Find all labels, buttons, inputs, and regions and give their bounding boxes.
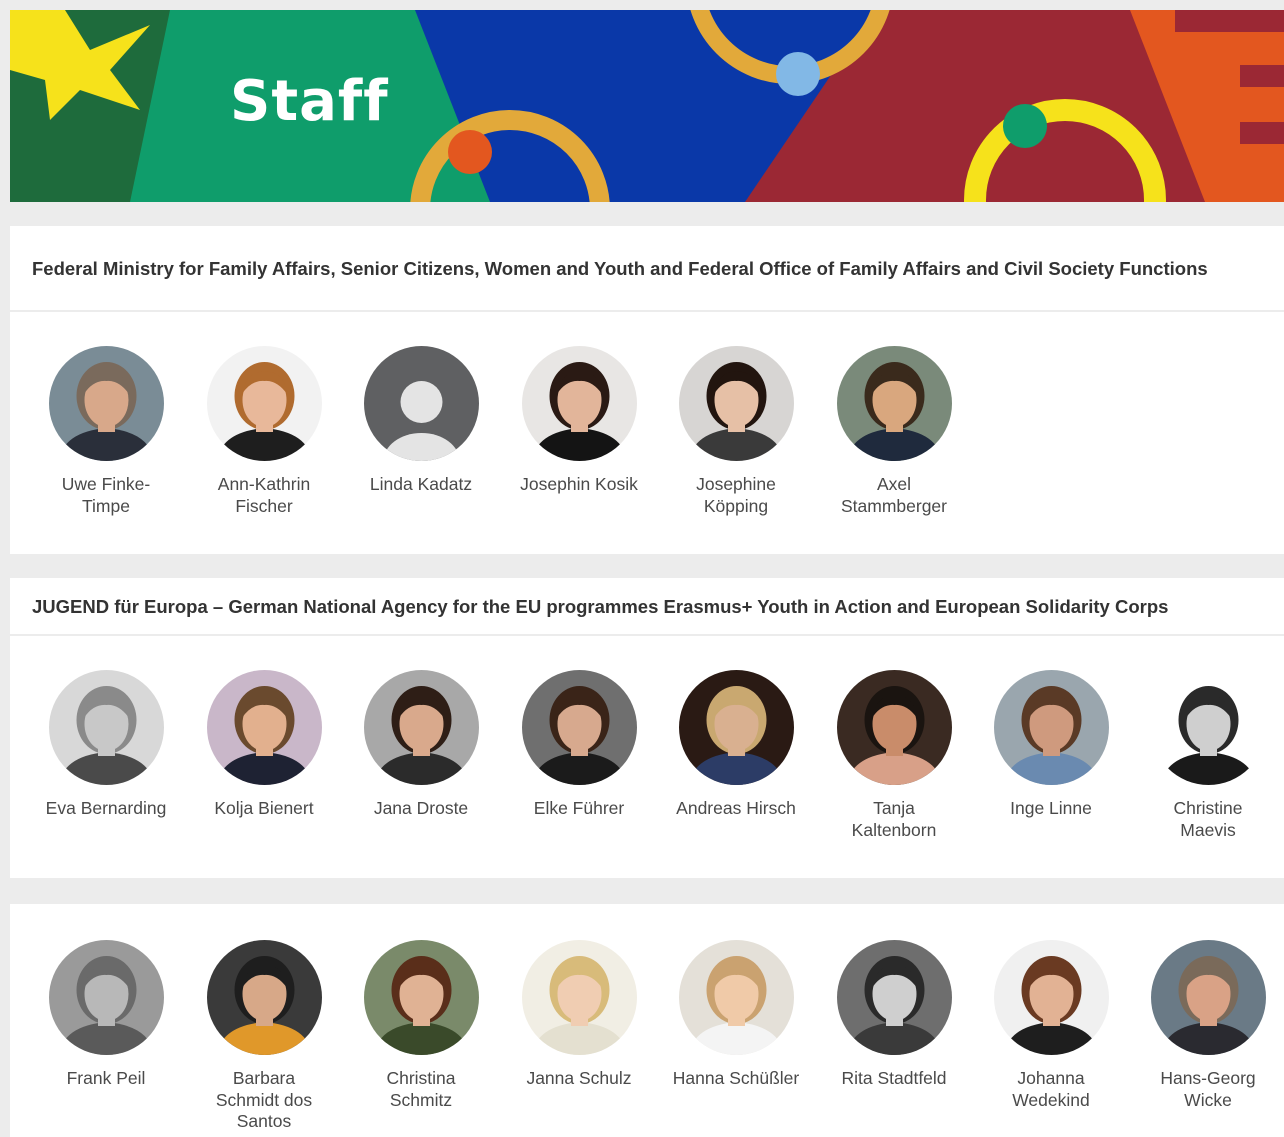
staff-name: Jana Droste: [373, 798, 469, 818]
staff-card[interactable]: Tanja Kaltenborn: [824, 670, 964, 841]
staff-card[interactable]: Eva Bernarding: [36, 670, 176, 820]
avatar: [836, 670, 952, 785]
staff-name: Janna Schulz: [526, 1068, 632, 1088]
staff-name: Axel Stammberger: [840, 474, 947, 516]
staff-name: Hans-Georg Wicke: [1160, 1068, 1256, 1110]
staff-card[interactable]: Elke Führer: [509, 670, 649, 820]
staff-name: Christine Maevis: [1173, 798, 1243, 840]
staff-card[interactable]: Uwe Finke-Timpe: [36, 346, 176, 517]
staff-name: Hanna Schüßler: [672, 1068, 800, 1088]
avatar: [993, 940, 1109, 1055]
staff-name: Josephine Köpping: [696, 474, 776, 516]
staff-card[interactable]: Janna Schulz: [509, 940, 649, 1090]
section-header-ministry: Federal Ministry for Family Affairs, Sen…: [10, 226, 1284, 310]
avatar: [48, 670, 164, 785]
staff-name: Tanja Kaltenborn: [851, 798, 937, 840]
avatar: [206, 940, 322, 1055]
staff-card[interactable]: Barbara Schmidt dos Santos: [194, 940, 334, 1133]
staff-name: Christina Schmitz: [386, 1068, 456, 1110]
avatar: [206, 346, 322, 461]
staff-name: Barbara Schmidt dos Santos: [215, 1068, 313, 1131]
staff-card[interactable]: Christine Maevis: [1138, 670, 1278, 841]
avatar: [206, 670, 322, 785]
staff-name: Josephin Kosik: [520, 474, 638, 494]
section-jugend-staff: Eva Bernarding Kolja Bienert Jana Droste El…: [10, 636, 1284, 878]
avatar: [993, 670, 1109, 785]
staff-card[interactable]: Jana Droste: [351, 670, 491, 820]
avatar: [521, 670, 637, 785]
staff-name: Eva Bernarding: [45, 798, 167, 818]
staff-name: Andreas Hirsch: [676, 798, 796, 818]
section-header-jugend: JUGEND für Europa – German National Agen…: [10, 578, 1284, 634]
avatar: [678, 670, 794, 785]
staff-name: Inge Linne: [1010, 798, 1092, 818]
avatar: [48, 346, 164, 461]
avatar: [1150, 940, 1266, 1055]
staff-card[interactable]: Josephine Köpping: [666, 346, 806, 517]
staff-card[interactable]: Linda Kadatz: [351, 346, 491, 496]
staff-name: Ann-Kathrin Fischer: [217, 474, 311, 516]
staff-card[interactable]: Josephin Kosik: [509, 346, 649, 496]
staff-name: Johanna Wedekind: [1012, 1068, 1090, 1110]
staff-card[interactable]: Johanna Wedekind: [981, 940, 1121, 1111]
staff-card[interactable]: Andreas Hirsch: [666, 670, 806, 820]
staff-name: Kolja Bienert: [214, 798, 314, 818]
section-jugend-staff-continued: Frank Peil Barbara Schmidt dos Santos Chri…: [10, 904, 1284, 1137]
staff-card[interactable]: Axel Stammberger: [824, 346, 964, 517]
avatar: [363, 940, 479, 1055]
staff-name: Rita Stadtfeld: [841, 1068, 947, 1088]
staff-card[interactable]: Kolja Bienert: [194, 670, 334, 820]
avatar: [521, 346, 637, 461]
staff-card[interactable]: Christina Schmitz: [351, 940, 491, 1111]
staff-card[interactable]: Frank Peil: [36, 940, 176, 1090]
staff-card[interactable]: Inge Linne: [981, 670, 1121, 820]
avatar: [521, 940, 637, 1055]
avatar: [836, 940, 952, 1055]
banner-graphic: [10, 10, 1284, 202]
staff-name: Frank Peil: [66, 1068, 146, 1088]
avatar: [1150, 670, 1266, 785]
avatar: [836, 346, 952, 461]
page-title: Staff: [230, 69, 389, 134]
staff-card[interactable]: Ann-Kathrin Fischer: [194, 346, 334, 517]
avatar-placeholder-icon: [363, 346, 479, 461]
staff-name: Uwe Finke-Timpe: [61, 474, 151, 516]
staff-card[interactable]: Rita Stadtfeld: [824, 940, 964, 1090]
avatar: [363, 670, 479, 785]
staff-banner: Staff: [10, 10, 1284, 202]
avatar: [678, 346, 794, 461]
section-ministry-staff: Uwe Finke-Timpe Ann-Kathrin Fischer Linda …: [10, 312, 1284, 554]
staff-name: Linda Kadatz: [369, 474, 473, 494]
staff-card[interactable]: Hanna Schüßler: [666, 940, 806, 1090]
avatar: [678, 940, 794, 1055]
avatar: [48, 940, 164, 1055]
staff-card[interactable]: Hans-Georg Wicke: [1138, 940, 1278, 1111]
staff-name: Elke Führer: [533, 798, 625, 818]
